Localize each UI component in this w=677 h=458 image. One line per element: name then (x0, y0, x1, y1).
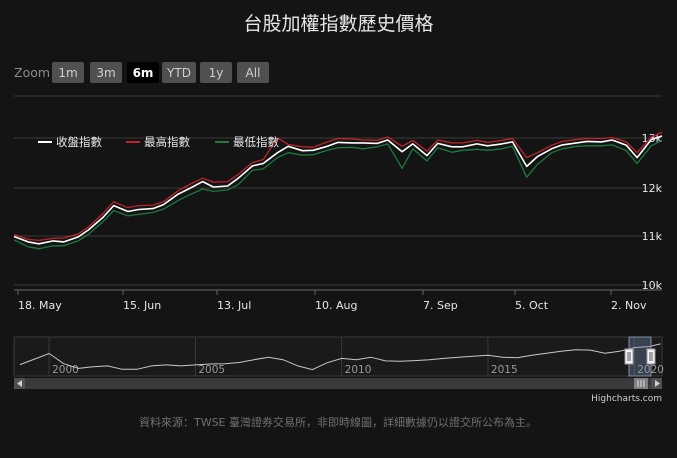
zoom-button-1m[interactable]: 1m (52, 62, 84, 83)
navigator-year-label: 2010 (345, 364, 372, 376)
navigator-year-label: 2015 (491, 364, 518, 376)
zoom-button-label: 3m (96, 66, 115, 80)
navigator-year-label: 2005 (198, 364, 225, 376)
series-line-close (13, 135, 663, 245)
plot-gridlines (14, 95, 662, 291)
zoom-button-label: All (246, 66, 261, 80)
chart-root: 台股加權指數歷史價格 Zoom 1m 3m 6m YTD 1y All 10k 11k 12k… (0, 0, 677, 458)
scrollbar-right-arrow[interactable] (651, 378, 662, 389)
zoom-button-3m[interactable]: 3m (90, 62, 122, 83)
data-source-note: 資料來源：TWSE 臺灣證券交易所，非即時線圖，詳細數據仍以證交所公布為主。 (139, 415, 537, 429)
x-tick-label: 2. Nov (611, 299, 647, 312)
x-tick-label: 10. Aug (315, 299, 357, 312)
navigator: 20002005201020152020 (13, 336, 664, 377)
zoom-button-label: YTD (166, 66, 191, 80)
scrollbar-left-arrow[interactable] (14, 378, 25, 389)
series-lines (13, 131, 663, 250)
legend-label: 最低指數 (233, 135, 279, 149)
series-line-low (13, 139, 663, 250)
legend-label: 收盤指數 (56, 135, 102, 149)
zoom-button-label: 1m (58, 66, 77, 80)
zoom-button-label: 1y (209, 66, 224, 80)
x-tick-label: 18. May (18, 299, 62, 312)
handle-body (624, 348, 634, 365)
x-axis: 18. May 15. Jun 13. Jul 10. Aug 7. Sep 5. Oct… (17, 290, 647, 312)
navigator-left-handle[interactable] (624, 348, 634, 365)
y-tick-label: 11k (642, 230, 663, 243)
x-tick-label: 15. Jun (123, 299, 161, 312)
legend-label: 最高指數 (144, 135, 190, 149)
scrollbar-track[interactable] (14, 378, 662, 389)
x-tick-label: 5. Oct (515, 299, 549, 312)
y-axis: 10k11k12k13k (642, 132, 663, 292)
handle-body (646, 348, 656, 365)
highcharts-credit[interactable]: Highcharts.com (591, 394, 662, 404)
navigator-frame (13, 336, 663, 377)
y-tick-label: 10k (642, 279, 663, 292)
x-tick-label: 7. Sep (423, 299, 458, 312)
legend-item[interactable]: 最高指數 (126, 135, 190, 149)
zoom-button-6m[interactable]: 6m (127, 62, 159, 83)
y-tick-label: 12k (642, 182, 663, 195)
zoom-button-label: 6m (133, 66, 154, 80)
scrollbar (14, 378, 662, 389)
zoom-button-all[interactable]: All (237, 62, 269, 83)
zoom-button-group: 1m 3m 6m YTD 1y All (52, 62, 269, 83)
zoom-button-ytd[interactable]: YTD (162, 62, 196, 83)
scrollbar-thumb[interactable] (634, 378, 648, 389)
x-tick-label: 13. Jul (217, 299, 251, 312)
zoom-label: Zoom (14, 65, 50, 80)
stock-chart: 台股加權指數歷史價格 Zoom 1m 3m 6m YTD 1y All 10k 11k 12k… (13, 13, 664, 429)
legend-item[interactable]: 收盤指數 (38, 135, 102, 149)
zoom-button-1y[interactable]: 1y (200, 62, 232, 83)
legend-item[interactable]: 最低指數 (215, 135, 279, 149)
navigator-right-handle[interactable] (646, 348, 656, 365)
chart-title: 台股加權指數歷史價格 (243, 13, 433, 35)
legend: 收盤指數 最高指數 最低指數 (38, 135, 279, 149)
navigator-year-label: 2000 (52, 364, 79, 376)
